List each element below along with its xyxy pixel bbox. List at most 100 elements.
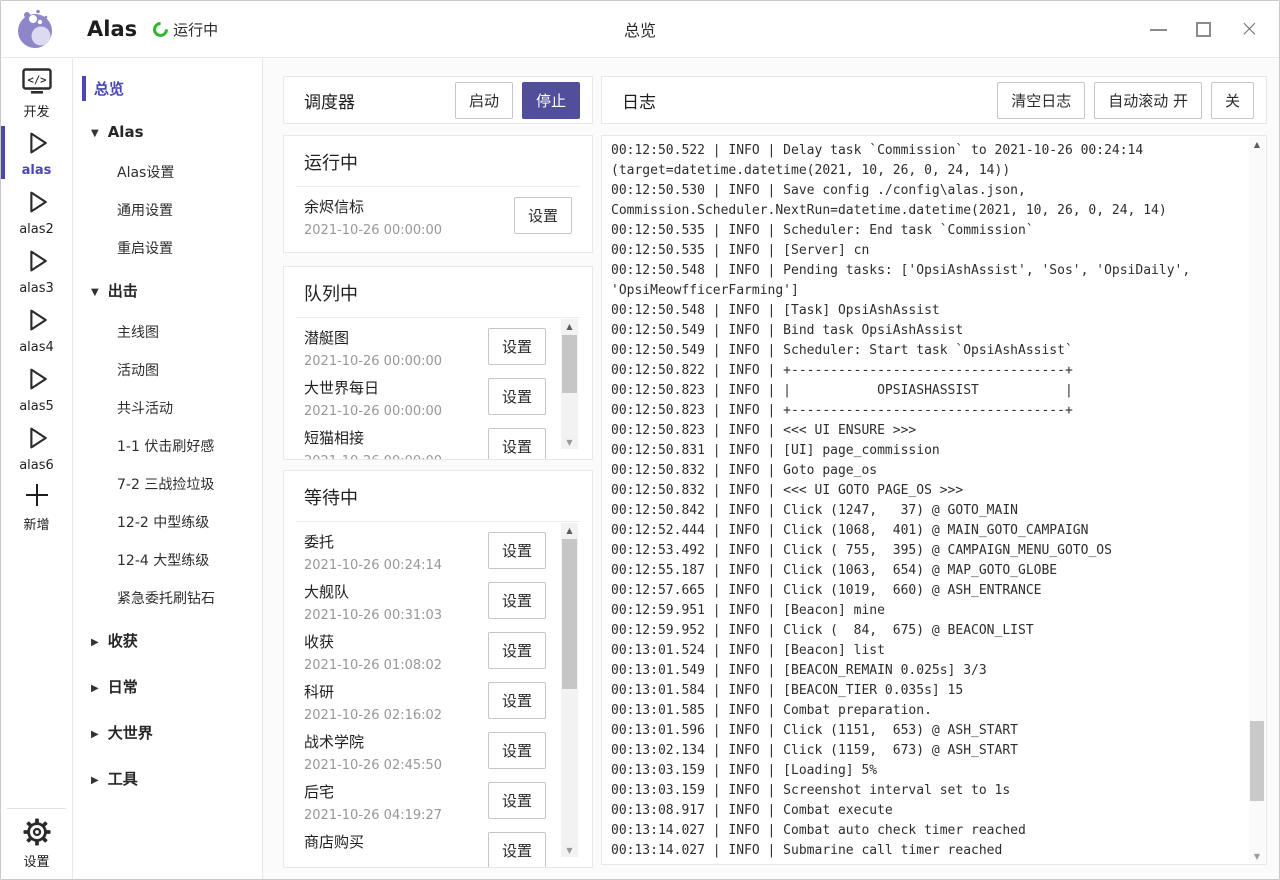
sidebar-item-开发[interactable]: </>开发 xyxy=(1,64,72,123)
task-settings-button[interactable]: 设置 xyxy=(488,328,546,365)
menu-item-通用设置[interactable]: 通用设置 xyxy=(73,191,262,229)
play-icon xyxy=(22,246,52,280)
menu-item-活动图[interactable]: 活动图 xyxy=(73,351,262,389)
scrollbar-thumb[interactable] xyxy=(562,539,577,689)
menu-item-大世界[interactable]: ▶大世界 xyxy=(73,709,262,755)
sidebar-item-alas5[interactable]: alas5 xyxy=(1,359,72,418)
log-scrollbar[interactable]: ▲ ▼ xyxy=(1249,137,1265,863)
log-line: 00:12:50.522 | INFO | Delay task `Commis… xyxy=(611,141,1245,161)
sidebar-item-alas3[interactable]: alas3 xyxy=(1,241,72,300)
scroll-down-icon[interactable]: ▼ xyxy=(561,435,578,449)
app-logo-icon xyxy=(13,7,57,51)
task-settings-button[interactable]: 设置 xyxy=(488,732,546,769)
menu-item-共斗活动[interactable]: 共斗活动 xyxy=(73,389,262,427)
task-settings-button[interactable]: 设置 xyxy=(514,197,572,234)
sidebar-item-alas6[interactable]: alas6 xyxy=(1,418,72,477)
scroll-down-icon[interactable]: ▼ xyxy=(561,843,578,857)
log-line: 00:12:57.665 | INFO | Click (1019, 660) … xyxy=(611,581,1245,601)
log-line: 00:13:14.027 | INFO | Submarine call tim… xyxy=(611,841,1245,861)
task-item: 潜艇图2021-10-26 00:00:00设置 xyxy=(304,322,572,372)
log-line: 00:12:59.952 | INFO | Click ( 84, 675) @… xyxy=(611,621,1245,641)
log-line: 00:12:50.535 | INFO | [Server] cn xyxy=(611,241,1245,261)
menu-item-收获[interactable]: ▶收获 xyxy=(73,617,262,663)
scroll-down-icon[interactable]: ▼ xyxy=(1249,849,1265,863)
running-task-list: 余烬信标2021-10-26 00:00:00设置 xyxy=(304,191,572,241)
sidebar-item-alas2[interactable]: alas2 xyxy=(1,182,72,241)
running-panel: 运行中 余烬信标2021-10-26 00:00:00设置 xyxy=(283,135,593,253)
sidebar-item-label: alas4 xyxy=(19,340,54,355)
log-content[interactable]: 00:12:50.522 | INFO | Delay task `Commis… xyxy=(602,136,1249,864)
menu-group-label: 收获 xyxy=(108,632,138,650)
clear-log-button[interactable]: 清空日志 xyxy=(997,82,1085,119)
menu-item-Alas设置[interactable]: Alas设置 xyxy=(73,153,262,191)
waiting-scrollbar[interactable]: ▲ ▼ xyxy=(561,523,578,857)
menu-item-7-2 三战捡垃圾[interactable]: 7-2 三战捡垃圾 xyxy=(73,465,262,503)
gear-icon xyxy=(23,818,51,850)
sidebar-item-alas[interactable]: alas xyxy=(1,123,72,182)
log-line: 00:12:50.823 | INFO | +-----------------… xyxy=(611,401,1245,421)
close-button[interactable]: × xyxy=(1240,18,1259,41)
scrollbar-thumb[interactable] xyxy=(562,335,577,393)
sidebar-item-alas4[interactable]: alas4 xyxy=(1,300,72,359)
log-line: 00:12:50.823 | INFO | | OPSIASHASSIST | xyxy=(611,381,1245,401)
minimize-button[interactable] xyxy=(1150,29,1167,31)
menu-item-1-1 伏击刷好感[interactable]: 1-1 伏击刷好感 xyxy=(73,427,262,465)
log-box: 00:12:50.522 | INFO | Delay task `Commis… xyxy=(601,135,1267,865)
task-settings-button[interactable]: 设置 xyxy=(488,378,546,415)
sidebar-item-settings[interactable]: 设置 xyxy=(7,817,66,871)
log-line: (target=datetime.datetime(2021, 10, 26, … xyxy=(611,161,1245,181)
menu-item-紧急委托刷钻石[interactable]: 紧急委托刷钻石 xyxy=(73,579,262,617)
maximize-button[interactable] xyxy=(1196,22,1211,37)
log-line: 00:13:02.134 | INFO | Click (1159, 673) … xyxy=(611,741,1245,761)
task-item: 后宅2021-10-26 04:19:27设置 xyxy=(304,776,572,826)
menu-item-工具[interactable]: ▶工具 xyxy=(73,755,262,801)
menu-group-label: 日常 xyxy=(108,678,138,696)
task-settings-button[interactable]: 设置 xyxy=(488,582,546,619)
log-buttons: 清空日志 自动滚动 开 关 xyxy=(997,82,1254,119)
menu-group-label: 出击 xyxy=(108,282,138,300)
task-settings-button[interactable]: 设置 xyxy=(488,428,546,460)
menu-item-Alas[interactable]: ▼Alas xyxy=(73,110,262,153)
stop-button[interactable]: 停止 xyxy=(522,82,580,119)
log-line: 00:12:50.548 | INFO | Pending tasks: ['O… xyxy=(611,261,1245,281)
menu-item-重启设置[interactable]: 重启设置 xyxy=(73,229,262,267)
start-button[interactable]: 启动 xyxy=(455,82,513,119)
scheduler-buttons: 启动 停止 xyxy=(455,82,580,119)
scroll-up-icon[interactable]: ▲ xyxy=(561,319,578,333)
task-settings-button[interactable]: 设置 xyxy=(488,632,546,669)
menu-item-日常[interactable]: ▶日常 xyxy=(73,663,262,709)
menu-group-label: 工具 xyxy=(108,770,138,788)
scheduler-status: 运行中 xyxy=(173,19,218,40)
log-line: 00:13:01.549 | INFO | [BEACON_REMAIN 0.0… xyxy=(611,661,1245,681)
log-line: 00:12:50.535 | INFO | Scheduler: End tas… xyxy=(611,221,1245,241)
log-line: 00:12:50.530 | INFO | Save config ./conf… xyxy=(611,181,1245,201)
autoscroll-button[interactable]: 自动滚动 开 xyxy=(1094,82,1202,119)
chevron-down-icon: ▼ xyxy=(91,287,99,298)
task-settings-button[interactable]: 设置 xyxy=(488,682,546,719)
task-item: 收获2021-10-26 01:08:02设置 xyxy=(304,626,572,676)
queue-scrollbar[interactable]: ▲ ▼ xyxy=(561,319,578,449)
menu-item-12-2 中型练级[interactable]: 12-2 中型练级 xyxy=(73,503,262,541)
task-item: 科研2021-10-26 02:16:02设置 xyxy=(304,676,572,726)
log-line: 00:12:55.187 | INFO | Click (1063, 654) … xyxy=(611,561,1245,581)
menu-item-总览[interactable]: 总览 xyxy=(73,67,262,110)
scroll-up-icon[interactable]: ▲ xyxy=(1249,137,1265,151)
task-settings-button[interactable]: 设置 xyxy=(488,532,546,569)
scrollbar-thumb[interactable] xyxy=(1250,721,1264,801)
play-icon xyxy=(22,423,52,457)
scroll-up-icon[interactable]: ▲ xyxy=(561,523,578,537)
menu-item-主线图[interactable]: 主线图 xyxy=(73,313,262,351)
scheduler-panel: 调度器 启动 停止 xyxy=(283,76,593,124)
rail-bottom: 设置 xyxy=(7,808,66,875)
log-line: 00:12:50.832 | INFO | Goto page_os xyxy=(611,461,1245,481)
log-off-button[interactable]: 关 xyxy=(1211,82,1254,119)
log-panel-header: 日志 清空日志 自动滚动 开 关 xyxy=(601,76,1267,124)
menu-item-12-4 大型练级[interactable]: 12-4 大型练级 xyxy=(73,541,262,579)
plus-icon xyxy=(23,481,51,513)
log-line: 00:13:01.524 | INFO | [Beacon] list xyxy=(611,641,1245,661)
sidebar-item-新增[interactable]: 新增 xyxy=(1,477,72,536)
menu-item-出击[interactable]: ▼ 出击 xyxy=(73,267,262,313)
task-menu: 总览▼AlasAlas设置通用设置重启设置 ▼ 出击主线图活动图共斗活动1-1 伏击… xyxy=(73,59,263,879)
task-settings-button[interactable]: 设置 xyxy=(488,832,546,868)
task-settings-button[interactable]: 设置 xyxy=(488,782,546,819)
